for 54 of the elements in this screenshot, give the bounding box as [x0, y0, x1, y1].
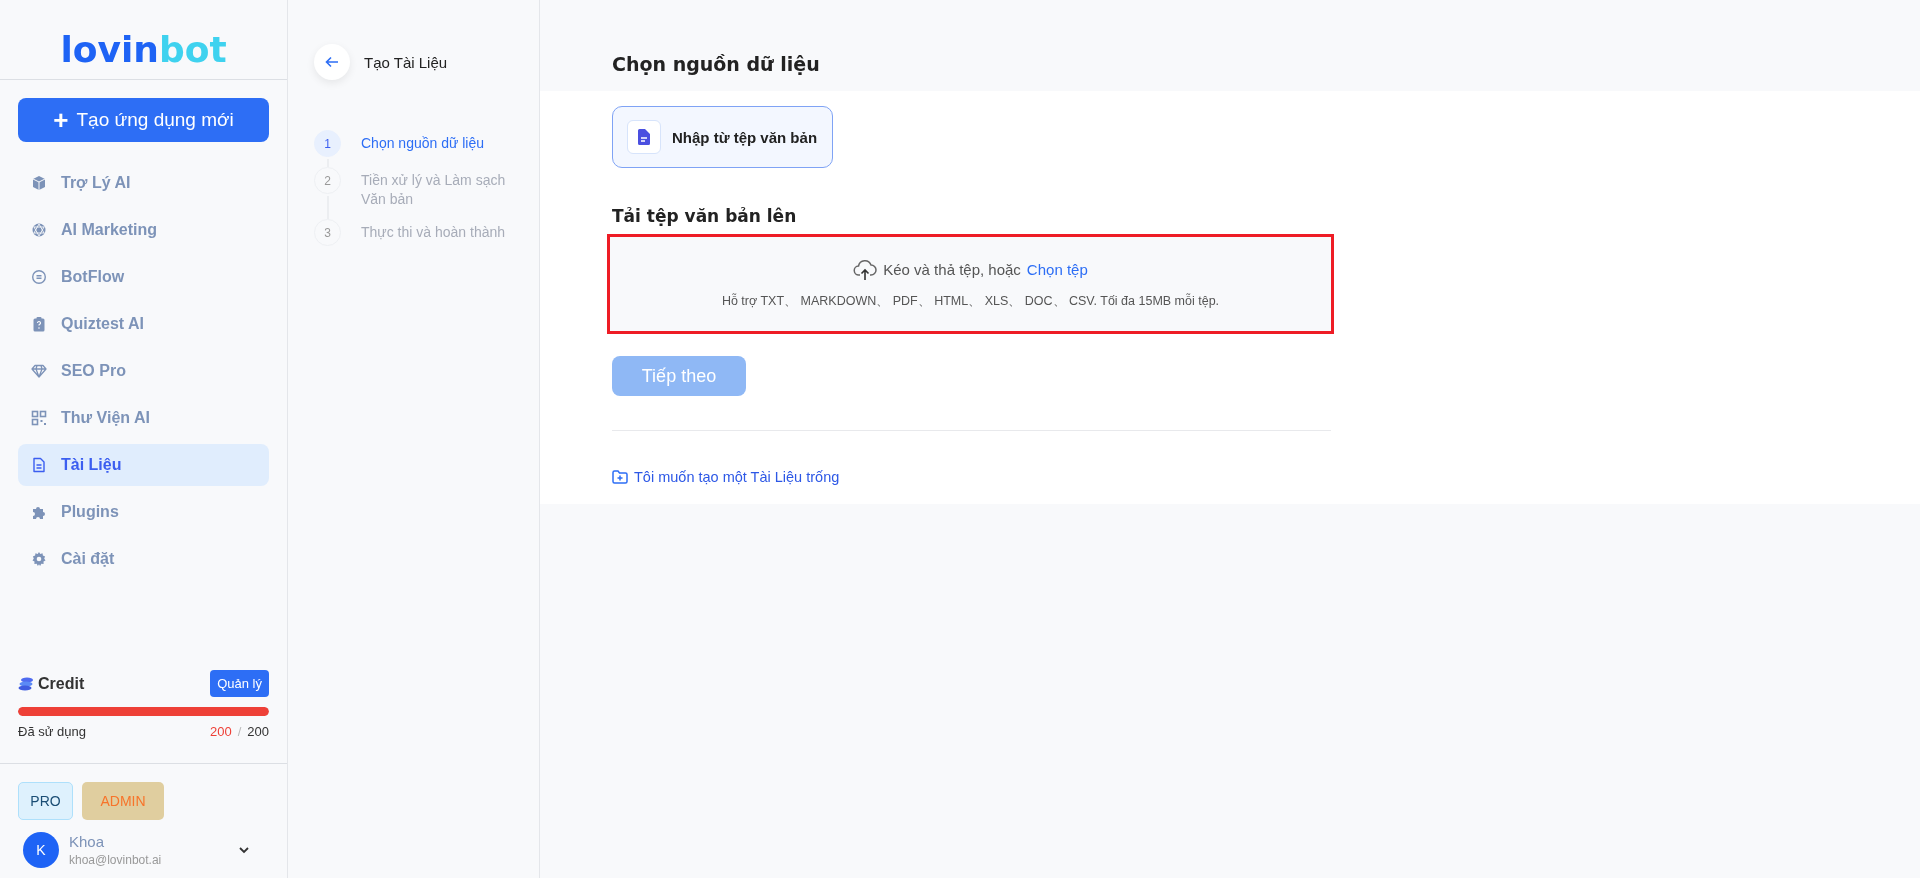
choose-file-link[interactable]: Chọn tệp — [1026, 261, 1088, 278]
nav-item[interactable]: BotFlow — [18, 256, 269, 298]
step-number: 3 — [314, 219, 341, 246]
puzzle-icon — [31, 504, 47, 520]
nav-item[interactable]: AI Marketing — [18, 209, 269, 251]
nav-item[interactable]: Thư Viện AI — [18, 397, 269, 439]
globe-icon — [31, 222, 47, 238]
nav-item[interactable]: Trợ Lý AI — [18, 162, 269, 204]
upload-hint: Hỗ trợ TXT、 MARKDOWN、 PDF、 HTML、 XLS、 DOC、 CSV. Tối đa 15MB mỗi tệp. — [721, 292, 1220, 310]
user-email: khoa@lovinbot.ai — [69, 853, 163, 867]
user-name: Khoa — [69, 833, 106, 850]
panel-title: Tạo Tài Liệu — [364, 53, 448, 71]
document-icon — [31, 457, 47, 473]
back-button[interactable] — [314, 44, 350, 80]
grid-icon — [31, 410, 47, 426]
credit-title: Credit — [38, 674, 85, 693]
step-number: 1 — [314, 130, 341, 157]
upload-dropzone[interactable]: Kéo và thả tệp, hoặc Chọn tệp Hỗ trợ TXT、 MARKDOWN、 PDF、 HTML、 XLS、 DOC、 CSV. Tối đa 15MB mỗi tệp. — [607, 234, 1334, 334]
manage-button[interactable]: Quản lý — [210, 670, 269, 697]
create-empty-link[interactable]: Tôi muốn tạo một Tài Liệu trống — [612, 469, 840, 485]
upload-prompt: Kéo và thả tệp, hoặc — [883, 261, 1021, 278]
usage-label: Đã sử dụng — [18, 724, 86, 739]
source-card[interactable]: Nhập từ tệp văn bản — [612, 106, 833, 168]
chevron-down-icon[interactable] — [238, 846, 250, 854]
source-label: Nhập từ tệp văn bản — [672, 128, 818, 146]
nav-item[interactable]: SEO Pro — [18, 350, 269, 392]
settings-icon — [31, 551, 47, 567]
cloud-upload-icon — [853, 258, 878, 281]
cube-icon — [31, 175, 47, 191]
list-circle-icon — [31, 269, 47, 285]
arrow-left-icon — [325, 56, 339, 68]
step-label[interactable]: Thực thi và hoàn thành — [361, 219, 519, 242]
page-title: Chọn nguồn dữ liệu — [612, 53, 820, 75]
plan-badge: PRO — [18, 782, 73, 820]
new-app-button[interactable]: + Tạo ứng dụng mới — [18, 98, 269, 142]
step-label[interactable]: Tiền xử lý và Làm sạch Văn bản — [361, 167, 519, 209]
logo: lovinbot — [60, 31, 227, 68]
total-count: 200 — [247, 724, 269, 739]
document-icon — [627, 120, 661, 154]
nav-item[interactable]: Quiztest AI — [18, 303, 269, 345]
section-title: Tải tệp văn bản lên — [612, 206, 798, 226]
folder-plus-icon — [612, 470, 628, 484]
nav-item[interactable]: Tài Liệu — [18, 444, 269, 486]
nav-item[interactable]: Cài đặt — [18, 538, 269, 580]
avatar[interactable]: K — [23, 832, 59, 868]
separator: / — [237, 724, 242, 739]
diamond-icon — [31, 363, 47, 379]
coins-icon — [18, 675, 34, 692]
role-badge: ADMIN — [82, 782, 164, 820]
step-number: 2 — [314, 167, 341, 194]
step-label[interactable]: Chọn nguồn dữ liệu — [361, 130, 519, 153]
used-count: 200 — [209, 724, 232, 739]
nav-item[interactable]: Plugins — [18, 491, 269, 533]
clipboard-icon — [31, 316, 47, 332]
